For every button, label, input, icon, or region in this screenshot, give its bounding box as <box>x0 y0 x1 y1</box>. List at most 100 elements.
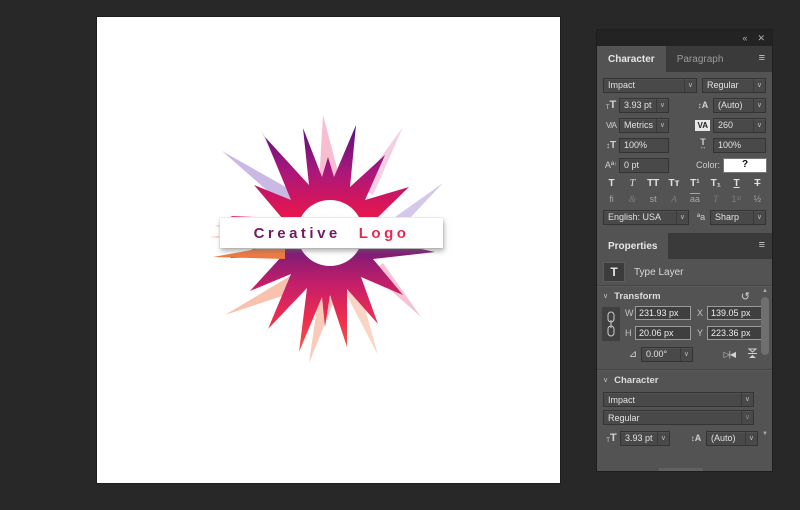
properties-tabstrip: Properties ≡ <box>597 233 772 259</box>
flip-vertical-icon[interactable] <box>747 347 758 362</box>
stylistic-alternates-button[interactable]: aa <box>686 194 703 204</box>
character-section-header[interactable]: ∨ Character <box>597 371 772 389</box>
character-tabstrip: Character Paragraph ≡ <box>597 46 772 72</box>
leading-dropdown[interactable]: (Auto) ∨ <box>713 97 766 113</box>
x-field[interactable]: 139.05 px <box>707 306 763 320</box>
properties-leading-dropdown[interactable]: (Auto) ∨ <box>706 430 758 446</box>
character-panel-body: Impact∨ Regular∨ 3.93 pt∨ (Auto)∨ <box>597 72 772 233</box>
vertical-scale-field[interactable]: 100% <box>619 137 669 153</box>
underline-button[interactable]: T <box>728 178 745 189</box>
properties-font-family-dropdown[interactable]: Impact ∨ <box>603 392 754 407</box>
angle-dropdown[interactable]: 0.00° ∨ <box>641 346 693 362</box>
link-dimensions-button[interactable] <box>602 307 620 341</box>
flip-horizontal-icon[interactable]: ▷|◀ <box>724 350 736 359</box>
vertical-scale-icon <box>603 140 619 151</box>
panel-menu-icon[interactable]: ≡ <box>759 52 765 65</box>
chevron-down-icon: ∨ <box>655 98 668 112</box>
small-caps-button[interactable]: Tᴛ <box>666 178 683 189</box>
fractions-button[interactable]: ½ <box>749 194 766 204</box>
baseline-shift-icon <box>603 160 619 170</box>
transform-section-header[interactable]: ∨ Transform ↺ <box>597 287 772 305</box>
chevron-down-icon: ∨ <box>656 431 669 445</box>
logo-text-banner[interactable]: Creative Logo <box>220 218 443 248</box>
panel-header-bar: « ✕ <box>597 30 772 46</box>
kerning-dropdown[interactable]: Metrics ∨ <box>619 117 669 133</box>
antialias-icon <box>692 212 710 222</box>
faux-italic-button[interactable]: T <box>624 178 641 189</box>
x-label: X <box>697 308 704 318</box>
language-dropdown[interactable]: English: USA ∨ <box>603 209 689 225</box>
y-label: Y <box>697 328 704 338</box>
tab-properties[interactable]: Properties <box>597 233 669 259</box>
chevron-down-icon: ∨ <box>603 377 609 384</box>
all-caps-button[interactable]: TT <box>645 178 662 189</box>
scroll-up-icon[interactable]: ▲ <box>760 287 770 296</box>
chevron-down-icon: ∨ <box>675 210 688 224</box>
subscript-button[interactable]: T₁ <box>707 178 724 189</box>
properties-menu-icon[interactable]: ≡ <box>759 239 765 252</box>
chevron-down-icon: ∨ <box>740 411 753 424</box>
scroll-down-icon[interactable]: ▼ <box>760 430 770 439</box>
font-family-dropdown[interactable]: Impact ∨ <box>603 77 697 93</box>
reset-transform-icon[interactable]: ↺ <box>741 290 750 303</box>
panel-group: « ✕ Character Paragraph ≡ Impact ∨ Regula… <box>597 30 772 471</box>
width-field[interactable]: 231.93 px <box>635 306 691 320</box>
font-size-icon <box>603 432 620 444</box>
collapse-panel-icon[interactable]: « <box>742 33 747 43</box>
standard-ligatures-button[interactable]: fi <box>603 194 620 204</box>
chevron-down-icon: ∨ <box>740 393 753 406</box>
panel-resize-gripper[interactable] <box>659 468 703 471</box>
font-size-dropdown[interactable]: 3.93 pt ∨ <box>619 97 669 113</box>
chevron-down-icon: ∨ <box>603 293 609 300</box>
chevron-down-icon: ∨ <box>752 118 765 132</box>
antialias-dropdown[interactable]: Sharp ∨ <box>710 209 766 225</box>
tracking-dropdown[interactable]: 260 ∨ <box>713 117 766 133</box>
photoshop-workspace: Creative Logo « ✕ Character Paragraph ≡ … <box>0 0 800 510</box>
chevron-down-icon: ∨ <box>683 78 696 92</box>
properties-font-style-dropdown[interactable]: Regular ∨ <box>603 410 754 425</box>
height-label: H <box>625 328 632 338</box>
discretionary-ligatures-button[interactable]: st <box>645 194 662 204</box>
horizontal-scale-field[interactable]: 100% <box>713 137 766 153</box>
contextual-alternates-button[interactable]: & <box>624 194 641 204</box>
logo-text-secondary: Logo <box>358 224 410 242</box>
horizontal-scale-icon <box>693 139 713 151</box>
tab-character[interactable]: Character <box>597 46 666 72</box>
type-style-buttons: T T TT Tᴛ T¹ T₁ T T <box>603 177 766 190</box>
rotate-angle-icon <box>625 349 641 360</box>
swash-button[interactable]: A <box>666 194 683 204</box>
chevron-down-icon: ∨ <box>679 347 692 361</box>
leading-icon <box>693 100 713 110</box>
scrollbar-thumb[interactable] <box>761 297 769 355</box>
close-panel-icon[interactable]: ✕ <box>757 33 765 44</box>
text-color-swatch[interactable]: ? <box>724 158 766 172</box>
strikethrough-button[interactable]: T <box>749 178 766 189</box>
opentype-buttons: fi & st A aa T 1ˢᵗ ½ <box>603 192 766 205</box>
font-size-icon <box>603 99 619 111</box>
font-style-dropdown[interactable]: Regular ∨ <box>702 77 766 93</box>
transform-grid: W 231.93 px X 139.05 px H 20.06 px Y 223… <box>597 305 772 341</box>
properties-scrollbar[interactable]: ▲ ▼ <box>760 287 770 439</box>
height-field[interactable]: 20.06 px <box>635 326 691 340</box>
type-layer-icon: T <box>603 262 625 282</box>
ordinals-button[interactable]: 1ˢᵗ <box>728 194 745 204</box>
faux-bold-button[interactable]: T <box>603 178 620 189</box>
properties-font-size-dropdown[interactable]: 3.93 pt ∨ <box>620 430 670 446</box>
width-label: W <box>625 308 634 318</box>
y-field[interactable]: 223.36 px <box>707 326 763 340</box>
layer-type-label: Type Layer <box>634 266 684 278</box>
superscript-button[interactable]: T¹ <box>686 178 703 189</box>
logo-text-primary: Creative <box>253 224 341 242</box>
baseline-shift-field[interactable]: 0 pt <box>619 157 669 173</box>
document-canvas[interactable]: Creative Logo <box>97 17 560 483</box>
chain-link-icon <box>607 311 615 337</box>
properties-panel-body: T Type Layer ∨ Transform ↺ W 231.93 px X… <box>597 259 772 480</box>
tab-paragraph[interactable]: Paragraph <box>666 46 735 72</box>
chevron-down-icon: ∨ <box>752 210 765 224</box>
leading-icon <box>686 433 706 443</box>
chevron-down-icon: ∨ <box>655 118 668 132</box>
chevron-down-icon: ∨ <box>752 78 765 92</box>
chevron-down-icon: ∨ <box>752 98 765 112</box>
kerning-icon <box>603 121 619 130</box>
titling-alternates-button[interactable]: T <box>707 194 724 204</box>
